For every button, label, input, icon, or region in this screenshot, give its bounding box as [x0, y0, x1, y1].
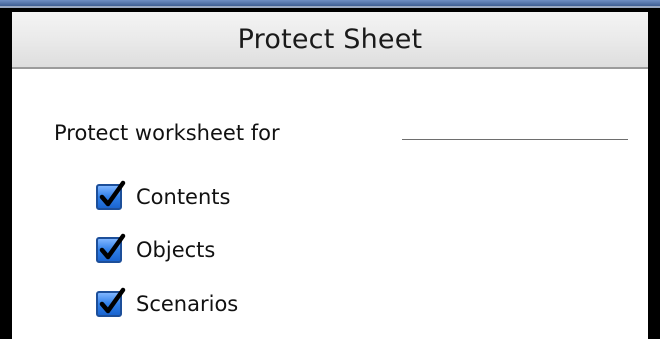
- group-separator: [402, 139, 628, 140]
- objects-checkbox-option[interactable]: Objects: [96, 233, 396, 267]
- scenarios-checkbox-option[interactable]: Scenarios: [96, 287, 396, 321]
- contents-checkbox-option[interactable]: Contents: [96, 180, 396, 214]
- checkbox-checked-icon[interactable]: [96, 287, 126, 317]
- checkbox-checked-icon[interactable]: [96, 180, 126, 210]
- checkmark-icon: [99, 287, 126, 314]
- checkmark-icon: [99, 180, 126, 207]
- objects-label: Objects: [136, 238, 216, 262]
- checkmark-icon: [99, 233, 126, 260]
- scenarios-label: Scenarios: [136, 292, 239, 316]
- protect-worksheet-label: Protect worksheet for: [54, 121, 280, 145]
- protect-worksheet-group: Protect worksheet for: [54, 115, 628, 151]
- screen-frame: Protect Sheet Protect worksheet for Cont…: [0, 0, 660, 339]
- dialog-titlebar: Protect Sheet: [12, 12, 648, 69]
- contents-label: Contents: [136, 185, 231, 209]
- protect-sheet-dialog: Protect Sheet Protect worksheet for Cont…: [12, 12, 648, 339]
- window-edge-highlight: [0, 6, 660, 8]
- checkbox-checked-icon[interactable]: [96, 233, 126, 263]
- dialog-title: Protect Sheet: [237, 24, 423, 55]
